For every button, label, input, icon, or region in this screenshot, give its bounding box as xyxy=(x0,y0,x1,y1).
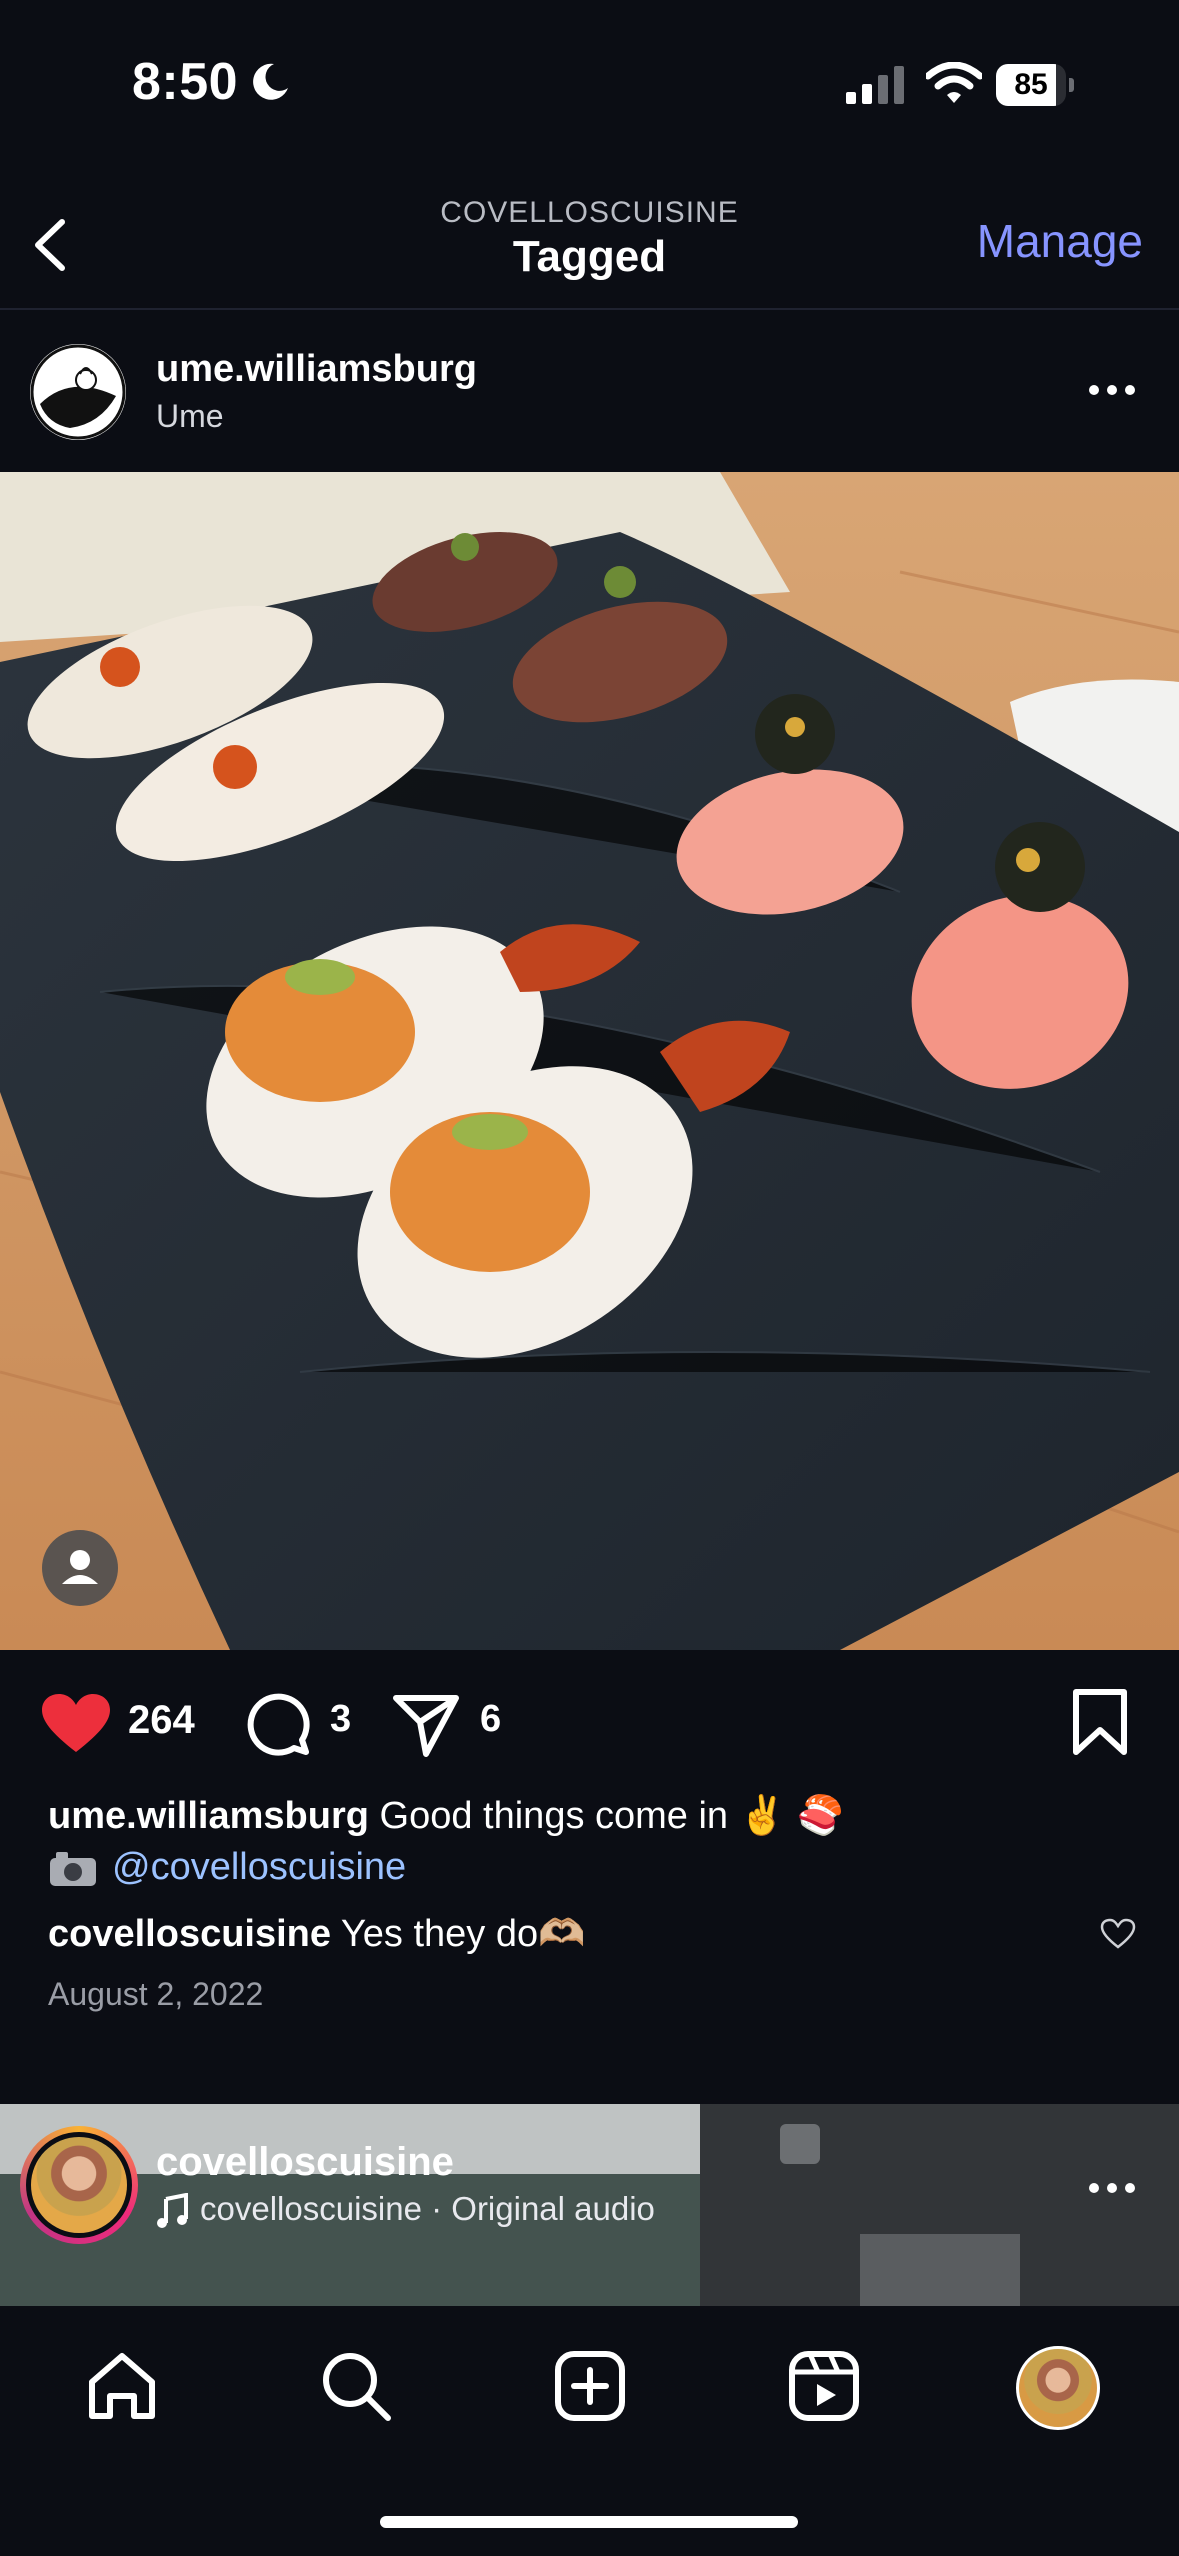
next-post-audio[interactable]: covelloscuisine · Original audio xyxy=(156,2190,655,2229)
create-icon[interactable] xyxy=(550,2346,630,2426)
caption-username[interactable]: ume.williamsburg xyxy=(48,1795,369,1837)
comment-count[interactable]: 3 xyxy=(330,1698,351,1741)
status-time: 8:50 xyxy=(132,53,239,111)
comment-like-icon[interactable] xyxy=(1100,1918,1136,1950)
person-icon xyxy=(62,1550,98,1584)
comment-text: Yes they do🫶🏼 xyxy=(340,1913,586,1955)
bookmark-icon[interactable] xyxy=(1070,1688,1130,1756)
manage-button[interactable]: Manage xyxy=(977,214,1143,268)
wifi-icon xyxy=(926,62,982,103)
post-location[interactable]: Ume xyxy=(156,398,224,435)
battery-indicator: 85 xyxy=(996,64,1074,106)
post-date: August 2, 2022 xyxy=(48,1976,264,2012)
camera-icon xyxy=(50,1851,96,1886)
like-count[interactable]: 264 xyxy=(128,1698,195,1743)
share-count[interactable]: 6 xyxy=(480,1698,501,1741)
comment-icon[interactable] xyxy=(244,1690,312,1758)
share-icon[interactable] xyxy=(392,1690,460,1758)
mention-link[interactable]: @covelloscuisine xyxy=(112,1846,406,1888)
next-post-avatar[interactable] xyxy=(20,2126,138,2244)
more-icon[interactable] xyxy=(1082,370,1142,410)
next-post-audio-label: covelloscuisine · Original audio xyxy=(200,2190,655,2227)
caption-text: Good things come in ✌️ 🍣 xyxy=(379,1795,844,1837)
more-icon[interactable] xyxy=(1082,2168,1142,2208)
post-username[interactable]: ume.williamsburg xyxy=(156,348,477,391)
ume-logo-icon xyxy=(30,344,126,440)
home-indicator xyxy=(380,2516,798,2528)
comment: covelloscuisine Yes they do🫶🏼 xyxy=(48,1912,585,1956)
heart-icon[interactable] xyxy=(40,1692,112,1756)
caption-credit: @covelloscuisine xyxy=(48,1846,406,1889)
home-icon[interactable] xyxy=(82,2346,162,2426)
next-post-username[interactable]: covelloscuisine xyxy=(156,2140,454,2185)
caption: ume.williamsburg Good things come in ✌️ … xyxy=(48,1794,844,1838)
battery-percent: 85 xyxy=(1014,68,1048,101)
moon-icon xyxy=(253,63,288,100)
music-icon xyxy=(157,2193,188,2229)
profile-tab-avatar[interactable] xyxy=(1016,2346,1100,2430)
header-divider xyxy=(0,308,1179,310)
post-avatar[interactable] xyxy=(30,344,126,440)
post-photo[interactable] xyxy=(0,472,1179,1650)
search-icon[interactable] xyxy=(316,2346,396,2426)
reels-icon[interactable] xyxy=(784,2346,864,2426)
tagged-people-button[interactable] xyxy=(42,1530,118,1606)
signal-icon xyxy=(846,66,904,104)
comment-username[interactable]: covelloscuisine xyxy=(48,1913,331,1955)
